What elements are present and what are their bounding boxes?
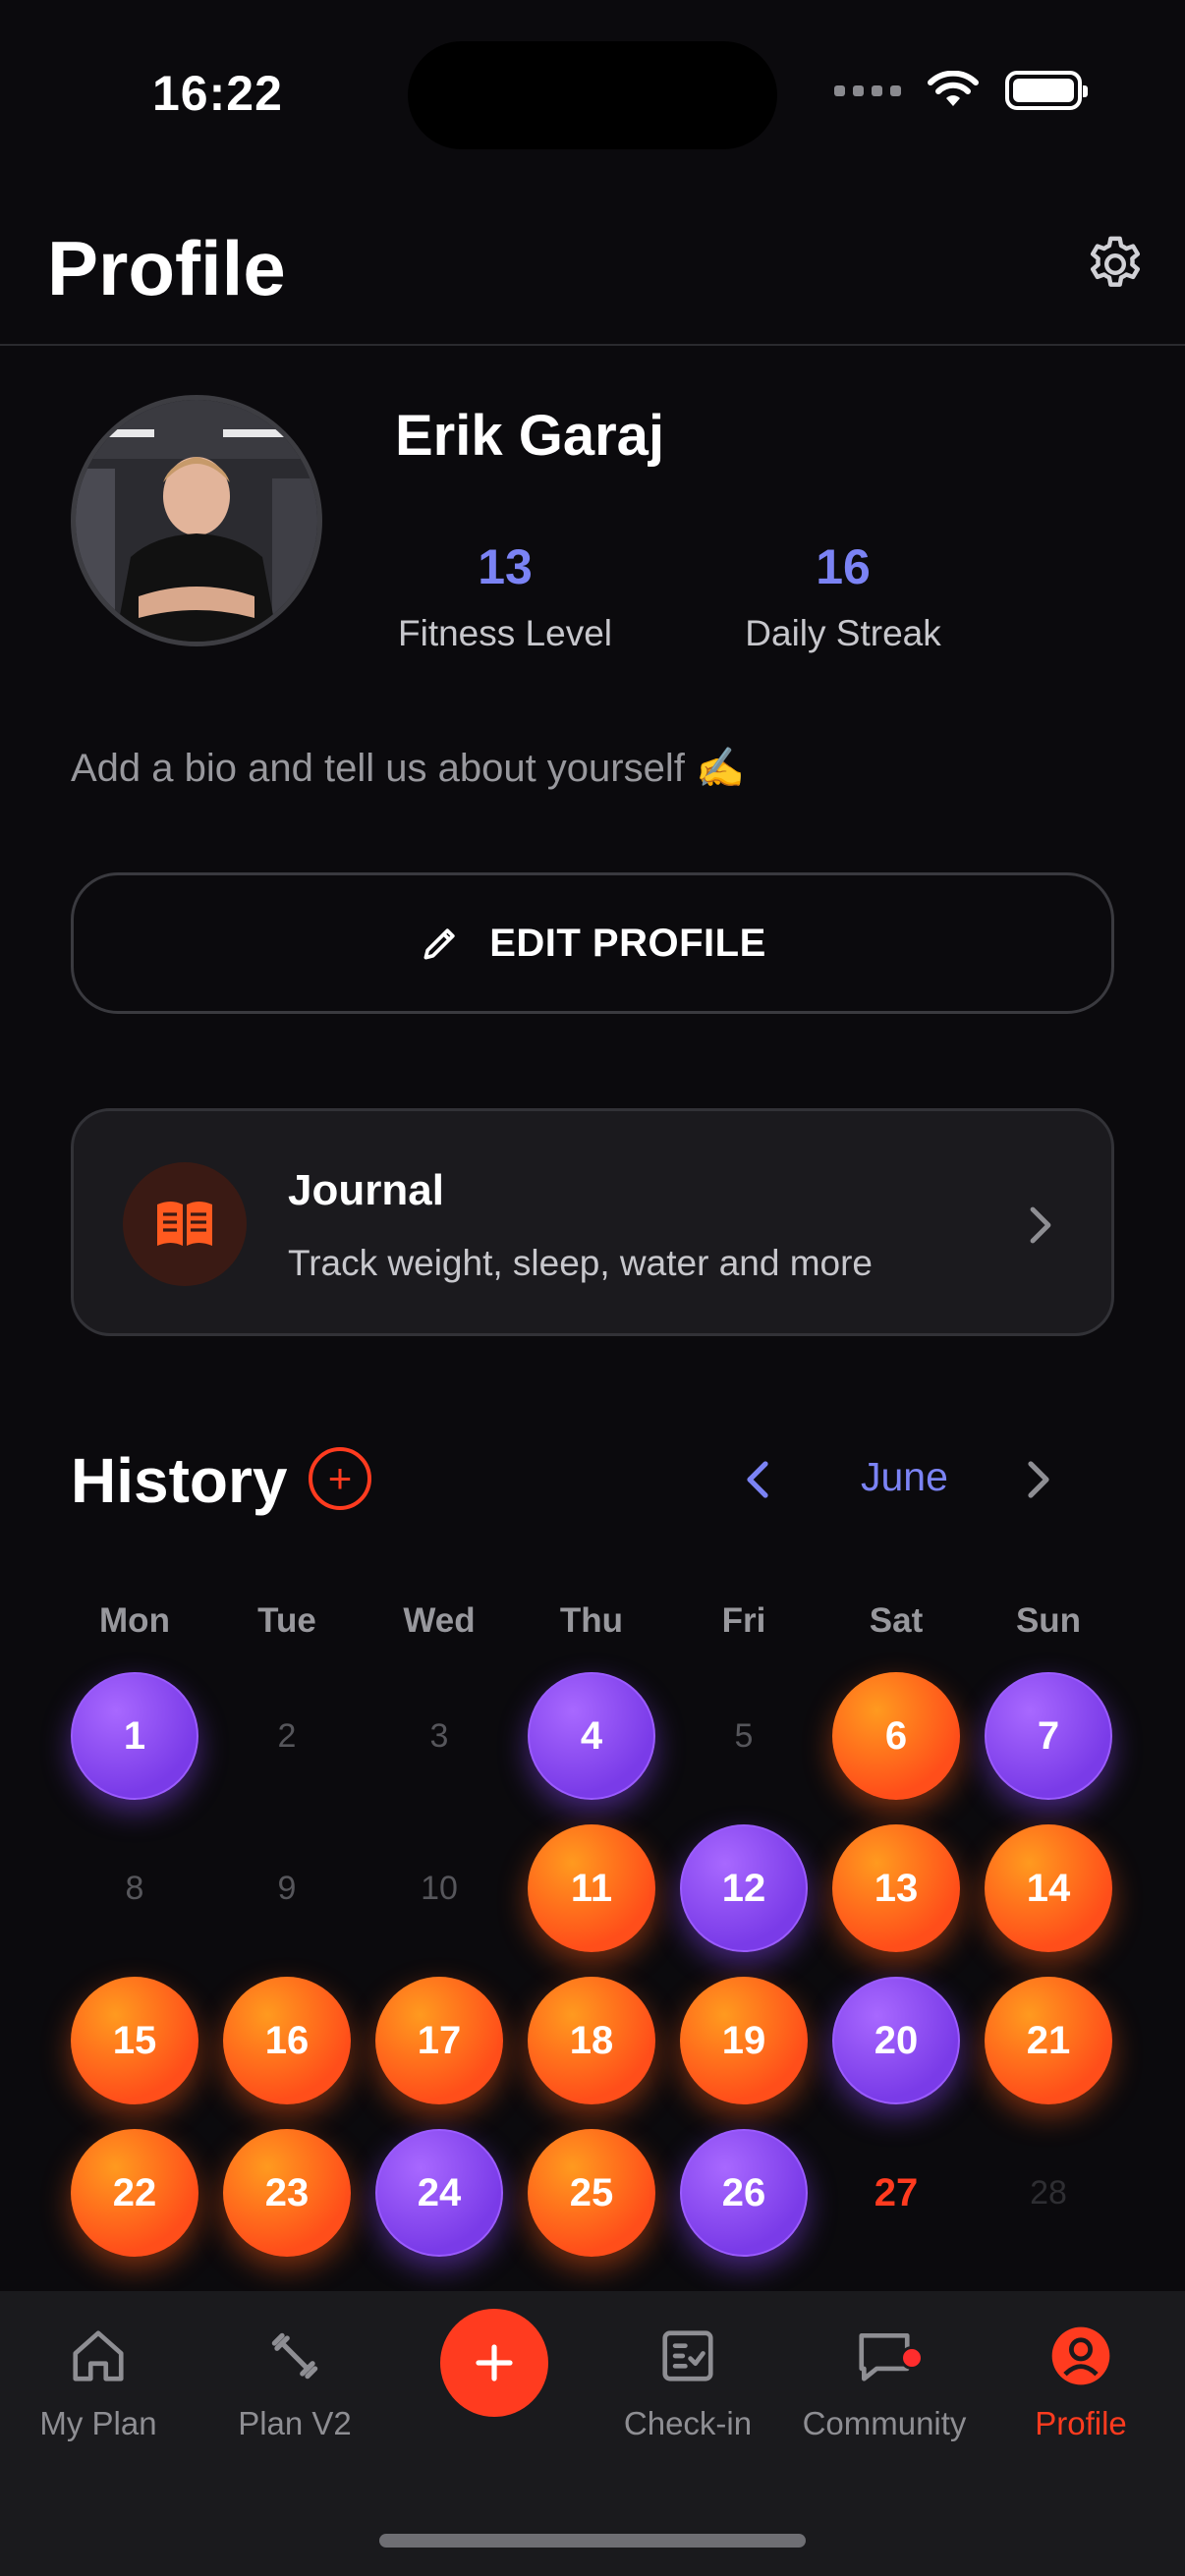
tab-community[interactable]: Community <box>786 2321 983 2442</box>
journal-subtitle: Track weight, sleep, water and more <box>288 1243 873 1283</box>
tab-bar: My Plan Plan V2 Check-in Community Profi… <box>0 2291 1185 2576</box>
bio-text[interactable]: Add a bio and tell us about yourself ✍️ <box>71 745 745 791</box>
weekday-label: Mon <box>99 1601 170 1640</box>
avatar-photo <box>76 400 317 642</box>
plus-icon: + <box>327 1455 353 1501</box>
calendar-day[interactable]: 6 <box>832 1672 960 1800</box>
calendar-day[interactable]: 26 <box>680 2129 808 2257</box>
notification-badge <box>900 2346 924 2370</box>
plus-icon <box>476 2344 513 2381</box>
weekday-label: Sat <box>869 1601 924 1640</box>
tab-profile[interactable]: Profile <box>983 2321 1179 2442</box>
status-icons <box>834 71 1088 110</box>
add-history-button[interactable]: + <box>309 1447 371 1510</box>
status-bar: 16:22 <box>0 0 1185 187</box>
weekday-label: Thu <box>559 1601 624 1640</box>
calendar-day[interactable]: 11 <box>528 1824 655 1952</box>
calendar-day[interactable]: 3 <box>375 1672 503 1800</box>
chevron-right-icon[interactable] <box>1026 1460 1051 1499</box>
calendar-day[interactable]: 20 <box>832 1977 960 2104</box>
calendar-day[interactable]: 25 <box>528 2129 655 2257</box>
journal-card[interactable]: Journal Track weight, sleep, water and m… <box>71 1108 1114 1336</box>
calendar-day[interactable]: 9 <box>223 1824 351 1952</box>
history-title: History <box>71 1445 288 1516</box>
edit-profile-label: EDIT PROFILE <box>489 921 766 965</box>
calendar-day[interactable]: 17 <box>375 1977 503 2104</box>
weekday-label: Sun <box>1015 1601 1082 1640</box>
home-icon <box>63 2321 134 2391</box>
status-time: 16:22 <box>152 66 283 121</box>
calendar-day[interactable]: 16 <box>223 1977 351 2104</box>
home-indicator <box>379 2534 806 2548</box>
calendar-day[interactable]: 7 <box>985 1672 1112 1800</box>
signal-icon <box>834 84 901 96</box>
tab-label: Check-in <box>623 2405 753 2441</box>
calendar-day[interactable]: 23 <box>223 2129 351 2257</box>
calendar-day[interactable]: 10 <box>375 1824 503 1952</box>
header: Profile <box>0 196 1185 346</box>
calendar-day[interactable]: 1 <box>71 1672 198 1800</box>
calendar-day[interactable]: 4 <box>528 1672 655 1800</box>
stat-value: 16 <box>816 539 871 594</box>
calendar-day[interactable]: 19 <box>680 1977 808 2104</box>
calendar-day[interactable]: 24 <box>375 2129 503 2257</box>
calendar-day[interactable]: 13 <box>832 1824 960 1952</box>
journal-icon-badge <box>123 1162 247 1286</box>
checklist-icon <box>652 2321 723 2391</box>
calendar-day[interactable]: 18 <box>528 1977 655 2104</box>
gear-icon <box>1090 236 1141 287</box>
calendar-day[interactable]: 14 <box>985 1824 1112 1952</box>
calendar-day[interactable]: 2 <box>223 1672 351 1800</box>
tab-plan-v2[interactable]: Plan V2 <box>197 2321 393 2442</box>
battery-icon <box>1005 71 1088 110</box>
dynamic-island <box>408 41 777 149</box>
add-button[interactable] <box>440 2309 548 2417</box>
profile-icon <box>1045 2321 1116 2391</box>
stat-label: Fitness Level <box>398 613 612 653</box>
tab-label: Profile <box>1035 2405 1127 2441</box>
fitness-level-stat: 13 Fitness Level <box>377 538 633 654</box>
stat-label: Daily Streak <box>745 613 941 653</box>
calendar-day[interactable]: 15 <box>71 1977 198 2104</box>
calendar-day[interactable]: 8 <box>71 1824 198 1952</box>
dumbbell-icon <box>259 2321 330 2391</box>
journal-title: Journal <box>288 1166 444 1214</box>
tab-my-plan[interactable]: My Plan <box>0 2321 197 2442</box>
stat-value: 13 <box>478 539 533 594</box>
tab-label: Plan V2 <box>238 2405 352 2441</box>
tab-label: My Plan <box>39 2405 157 2441</box>
page-title: Profile <box>47 225 286 311</box>
calendar-day[interactable]: 5 <box>680 1672 808 1800</box>
tab-label: Community <box>802 2405 967 2441</box>
weekday-label: Fri <box>721 1601 766 1640</box>
tab-check-in[interactable]: Check-in <box>590 2321 786 2442</box>
calendar-day: 28 <box>1030 2173 1067 2212</box>
month-label: June <box>861 1454 948 1499</box>
calendar-day[interactable]: 22 <box>71 2129 198 2257</box>
edit-profile-button[interactable]: EDIT PROFILE <box>71 872 1114 1014</box>
calendar-day[interactable]: 21 <box>985 1977 1112 2104</box>
settings-button[interactable] <box>1083 232 1148 297</box>
wifi-icon <box>928 71 979 106</box>
daily-streak-stat: 16 Daily Streak <box>715 538 971 654</box>
weekday-label: Tue <box>257 1601 316 1640</box>
calendar-day[interactable]: 27 <box>832 2129 960 2257</box>
avatar[interactable] <box>71 395 322 646</box>
user-name: Erik Garaj <box>395 404 665 468</box>
chevron-left-icon[interactable] <box>745 1460 770 1499</box>
weekday-label: Wed <box>403 1601 476 1640</box>
chevron-right-icon <box>1030 1206 1051 1244</box>
pencil-icon <box>423 928 455 960</box>
calendar-day[interactable]: 12 <box>680 1824 808 1952</box>
book-icon <box>157 1202 212 1246</box>
